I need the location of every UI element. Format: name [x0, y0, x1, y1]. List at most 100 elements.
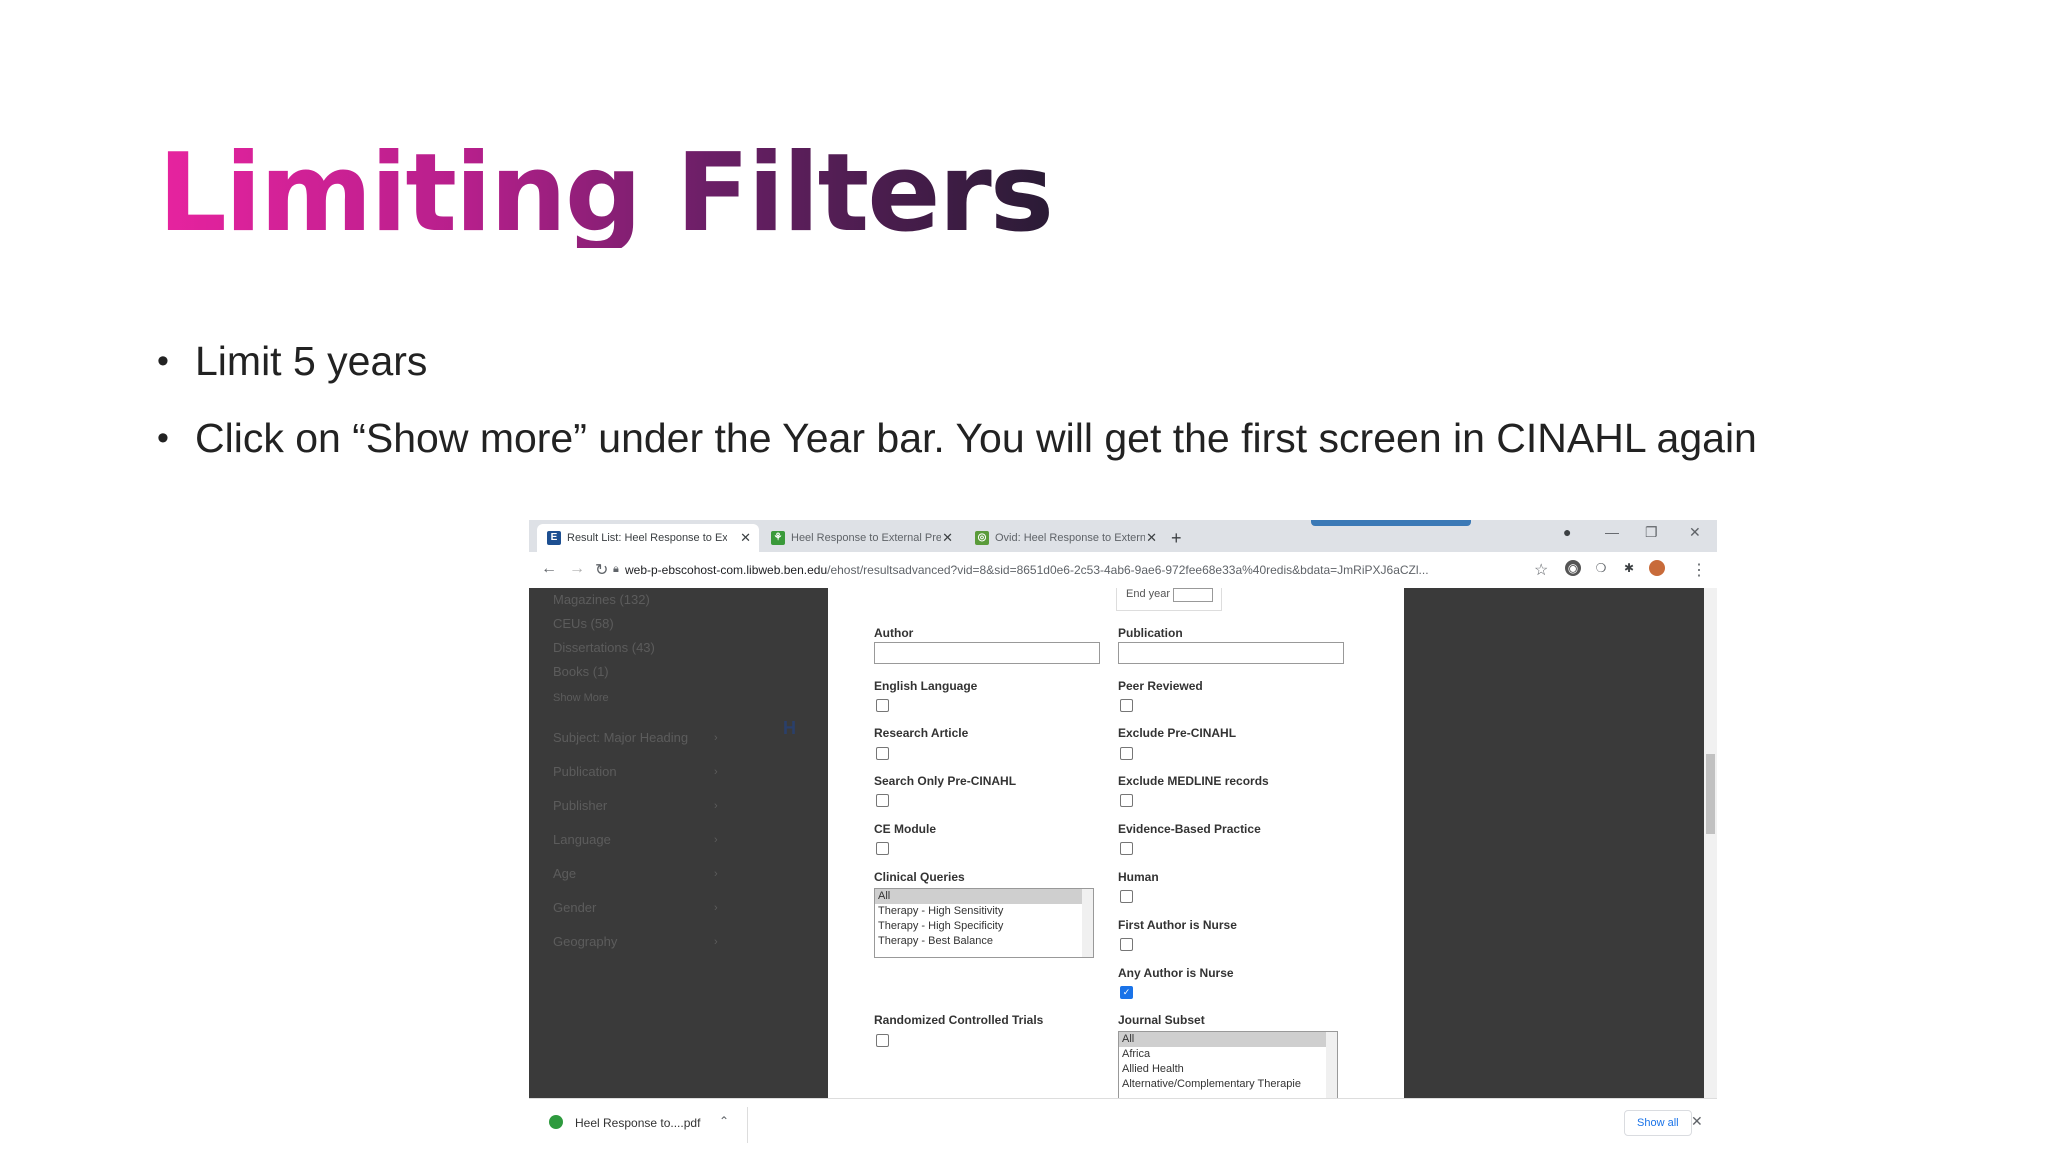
puzzle-icon[interactable]: ✱ [1621, 560, 1637, 576]
minimize-icon[interactable]: — [1605, 524, 1619, 540]
show-more-link: Show More [553, 692, 609, 704]
end-year-label: End year [1126, 588, 1171, 600]
extension-icon[interactable]: ❍ [1593, 560, 1609, 576]
english-language-checkbox[interactable] [876, 699, 889, 712]
listbox-option[interactable]: Therapy - High Sensitivity [875, 904, 1093, 919]
tab-heel-response[interactable]: ⚘ Heel Response to External Press ✕ [761, 524, 961, 552]
chevron-right-icon: › [714, 834, 718, 846]
close-icon[interactable]: ✕ [1146, 524, 1157, 552]
browser-screenshot: E Result List: Heel Response to Ext ✕ ⚘ Hee… [529, 520, 1717, 1150]
page-scrollbar[interactable] [1704, 588, 1717, 1098]
listbox-scrollbar[interactable] [1082, 889, 1093, 957]
listbox-option[interactable]: All [1119, 1032, 1337, 1047]
exclude-medline-label: Exclude MEDLINE records [1118, 774, 1269, 788]
listbox-option[interactable]: Therapy - Best Balance [875, 934, 1093, 949]
research-article-label: Research Article [874, 726, 969, 740]
chevron-right-icon: › [714, 936, 718, 948]
sidebar-heading: Language [553, 832, 611, 847]
human-checkbox[interactable] [1120, 890, 1133, 903]
url-field[interactable]: web-p-ebscohost-com.libweb.ben.edu/ehost… [625, 563, 1505, 577]
url-host: web-p-ebscohost-com.libweb.ben.edu [625, 563, 828, 577]
list-item: Books (1) [553, 664, 609, 679]
search-only-pre-cinahl-checkbox[interactable] [876, 794, 889, 807]
ce-module-label: CE Module [874, 822, 936, 836]
avatar[interactable] [1649, 560, 1665, 576]
new-tab-button[interactable]: + [1171, 524, 1191, 552]
sidebar-heading: Publisher [553, 798, 608, 813]
listbox-option[interactable]: Allied Health [1119, 1062, 1337, 1077]
rct-checkbox[interactable] [876, 1034, 889, 1047]
sidebar-heading: Geography [553, 934, 618, 949]
author-input[interactable] [874, 642, 1100, 664]
journal-subset-label: Journal Subset [1118, 1013, 1205, 1027]
listbox-option[interactable]: Therapy - High Specificity [875, 919, 1093, 934]
list-item: CEUs (58) [553, 616, 614, 631]
tab-title: Heel Response to External Press [791, 532, 941, 545]
publication-input[interactable] [1118, 642, 1344, 664]
research-article-checkbox[interactable] [876, 747, 889, 760]
close-icon[interactable]: ✕ [1691, 1113, 1703, 1130]
exclude-pre-cinahl-label: Exclude Pre-CINAHL [1118, 726, 1237, 740]
listbox-option[interactable]: Africa [1119, 1047, 1337, 1062]
tab-title: Result List: Heel Response to Ext [567, 532, 727, 545]
exclude-medline-checkbox[interactable] [1120, 794, 1133, 807]
slide-title: Limiting Filters [158, 131, 1054, 256]
bullet-item: • Click on “Show more” under the Year bar… [155, 412, 1757, 489]
bullet-dot: • [157, 419, 169, 457]
reload-icon[interactable]: ↻ [595, 560, 608, 580]
download-bar: Heel Response to....pdf ⌃ Show all ✕ [529, 1098, 1717, 1150]
chevron-up-icon[interactable]: ⌃ [719, 1114, 729, 1128]
close-icon[interactable]: ✕ [942, 524, 953, 552]
back-icon[interactable]: ← [541, 560, 557, 578]
clinical-queries-label: Clinical Queries [874, 870, 965, 884]
star-icon[interactable]: ☆ [1534, 560, 1548, 580]
journal-subset-listbox[interactable]: All Africa Allied Health Alternative/Com… [1118, 1031, 1338, 1101]
ovid-favicon-icon: ◎ [975, 531, 989, 546]
page-content: Magazines (132) CEUs (58) Dissertations … [529, 588, 1717, 1101]
dimmed-result-title: H [783, 718, 796, 738]
show-all-button[interactable]: Show all [1624, 1110, 1692, 1136]
ebsco-favicon-icon: E [547, 531, 561, 546]
forward-icon[interactable]: → [569, 560, 585, 578]
tab-result-list[interactable]: E Result List: Heel Response to Ext ✕ [537, 524, 759, 552]
profile-icon[interactable]: ● [1563, 524, 1571, 540]
tab-ovid[interactable]: ◎ Ovid: Heel Response to External ✕ [965, 524, 1165, 552]
list-item: Dissertations (43) [553, 640, 655, 655]
end-year-input[interactable] [1173, 588, 1213, 602]
ce-module-checkbox[interactable] [876, 842, 889, 855]
evidence-based-practice-checkbox[interactable] [1120, 842, 1133, 855]
lock-icon: 🔒︎ [613, 563, 619, 575]
listbox-option[interactable]: Alternative/Complementary Therapie [1119, 1077, 1337, 1092]
chevron-right-icon: › [714, 800, 718, 812]
menu-icon[interactable]: ⋮ [1691, 560, 1707, 580]
any-author-nurse-checkbox[interactable]: ✓ [1120, 986, 1133, 999]
restore-icon[interactable]: ❐ [1645, 524, 1658, 541]
peer-reviewed-checkbox[interactable] [1120, 699, 1133, 712]
human-label: Human [1118, 870, 1159, 884]
exclude-pre-cinahl-checkbox[interactable] [1120, 747, 1133, 760]
scrollbar-thumb[interactable] [1706, 754, 1715, 834]
sidebar-heading: Publication [553, 764, 617, 779]
first-author-nurse-checkbox[interactable] [1120, 938, 1133, 951]
sidebar-heading: Subject: Major Heading [553, 730, 689, 745]
dimmed-right-panel [1404, 588, 1704, 1098]
listbox-scrollbar[interactable] [1326, 1032, 1337, 1100]
close-window-icon[interactable]: ✕ [1689, 524, 1701, 541]
close-icon[interactable]: ✕ [740, 524, 751, 552]
sidebar-heading: Gender [553, 900, 597, 915]
chevron-right-icon: › [714, 732, 718, 744]
extension-icon[interactable]: ◉ [1565, 560, 1581, 576]
dimmed-left-sidebar: Magazines (132) CEUs (58) Dissertations … [529, 588, 828, 1098]
clinical-queries-listbox[interactable]: All Therapy - High Sensitivity Therapy -… [874, 888, 1094, 958]
bullet-list: • Limit 5 years • Click on “Show more” und… [155, 335, 1757, 489]
first-author-nurse-label: First Author is Nurse [1118, 918, 1237, 932]
listbox-option[interactable]: All [875, 889, 1093, 904]
author-label: Author [874, 626, 914, 640]
sidebar-heading: Age [553, 866, 577, 881]
download-file-name[interactable]: Heel Response to....pdf [575, 1116, 700, 1130]
bullet-text: Click on “Show more” under the Year bar.… [195, 415, 1757, 461]
green-favicon-icon: ⚘ [771, 531, 785, 546]
chevron-right-icon: › [714, 766, 718, 778]
tab-title: Ovid: Heel Response to External [995, 532, 1145, 545]
address-bar: ← → ↻ 🔒︎ web-p-ebscohost-com.libweb.ben.… [529, 552, 1717, 589]
